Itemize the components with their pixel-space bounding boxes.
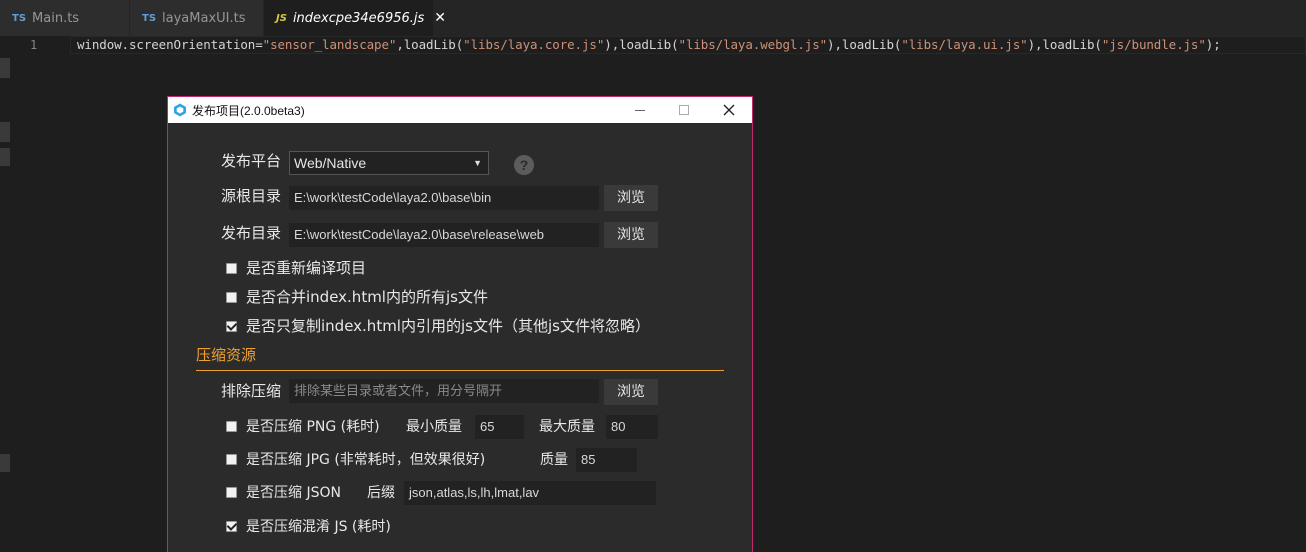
code-line[interactable]: window.screenOrientation="sensor_landsca… bbox=[77, 37, 1221, 52]
tab-label: indexcpe34e6956.js bbox=[292, 10, 425, 26]
close-icon[interactable]: ✕ bbox=[434, 10, 446, 26]
copy-referenced-js-label: 是否只复制index.html内引用的js文件（其他js文件将忽略） bbox=[246, 317, 650, 335]
gutter bbox=[0, 36, 10, 552]
help-icon[interactable]: ? bbox=[514, 155, 534, 175]
compress-js-checkbox[interactable] bbox=[226, 521, 237, 532]
copy-referenced-js-checkbox[interactable] bbox=[226, 321, 237, 332]
dropdown-arrow-icon: ▼ bbox=[473, 158, 482, 168]
close-button[interactable] bbox=[709, 97, 749, 123]
browse-exclude-button[interactable]: 浏览 bbox=[604, 379, 658, 405]
compress-png-checkbox[interactable] bbox=[226, 421, 237, 432]
recompile-label: 是否重新编译项目 bbox=[246, 259, 367, 277]
png-min-quality-label: 最小质量 bbox=[406, 419, 462, 435]
browse-source-button[interactable]: 浏览 bbox=[604, 185, 658, 211]
jpg-quality-label: 质量 bbox=[540, 452, 568, 468]
gutter-marker bbox=[0, 122, 10, 142]
compress-png-label: 是否压缩 PNG (耗时) bbox=[246, 419, 380, 435]
publish-project-dialog: 发布项目(2.0.0beta3) 发布平台 Web/Native ▼ ? 源根目… bbox=[167, 96, 753, 552]
source-dir-label: 源根目录 bbox=[221, 187, 282, 205]
tab-label: layaMaxUI.ts bbox=[162, 10, 246, 26]
tab-main-ts[interactable]: TS Main.ts bbox=[0, 0, 130, 36]
compress-section-title: 压缩资源 bbox=[196, 346, 257, 364]
platform-label: 发布平台 bbox=[221, 152, 282, 170]
dialog-title: 发布项目(2.0.0beta3) bbox=[192, 103, 305, 118]
merge-js-label: 是否合并index.html内的所有js文件 bbox=[246, 288, 488, 306]
tab-label: Main.ts bbox=[32, 10, 80, 26]
minimize-icon bbox=[635, 109, 645, 111]
maximize-button[interactable] bbox=[664, 97, 704, 123]
maximize-icon bbox=[679, 105, 689, 115]
recompile-checkbox[interactable] bbox=[226, 263, 237, 274]
png-min-quality-input[interactable]: 65 bbox=[475, 415, 524, 439]
compress-jpg-label: 是否压缩 JPG (非常耗时，但效果很好) bbox=[246, 452, 486, 468]
merge-js-checkbox[interactable] bbox=[226, 292, 237, 303]
source-dir-input[interactable]: E:\work\testCode\laya2.0\base\bin bbox=[289, 186, 599, 210]
compress-jpg-checkbox[interactable] bbox=[226, 454, 237, 465]
browse-publish-button[interactable]: 浏览 bbox=[604, 222, 658, 248]
javascript-icon: JS bbox=[276, 12, 287, 24]
editor-tab-bar: TS Main.ts TS layaMaxUI.ts JS indexcpe34… bbox=[0, 0, 1306, 36]
gutter-marker bbox=[0, 454, 10, 472]
dialog-titlebar[interactable]: 发布项目(2.0.0beta3) bbox=[168, 97, 752, 123]
laya-app-icon bbox=[174, 103, 186, 117]
close-icon bbox=[723, 104, 735, 116]
compress-js-label: 是否压缩混淆 JS (耗时) bbox=[246, 519, 391, 535]
tab-index-js[interactable]: JS indexcpe34e6956.js ✕ bbox=[264, 0, 446, 36]
compress-json-label: 是否压缩 JSON bbox=[246, 485, 341, 501]
publish-dir-label: 发布目录 bbox=[221, 224, 282, 242]
typescript-icon: TS bbox=[12, 12, 27, 24]
platform-value: Web/Native bbox=[294, 155, 367, 171]
minimize-button[interactable] bbox=[620, 97, 660, 123]
exclude-input[interactable]: 排除某些目录或者文件，用分号隔开 bbox=[289, 379, 599, 403]
platform-select[interactable]: Web/Native ▼ bbox=[289, 151, 489, 175]
section-divider bbox=[196, 370, 724, 371]
compress-json-checkbox[interactable] bbox=[226, 487, 237, 498]
typescript-icon: TS bbox=[142, 12, 157, 24]
gutter-marker bbox=[0, 148, 10, 166]
json-suffix-input[interactable]: json,atlas,ls,lh,lmat,lav bbox=[404, 481, 656, 505]
png-max-quality-label: 最大质量 bbox=[539, 419, 595, 435]
dialog-content: 发布平台 Web/Native ▼ ? 源根目录 E:\work\testCod… bbox=[168, 123, 752, 552]
line-number: 1 bbox=[30, 38, 38, 52]
tab-layamaxui-ts[interactable]: TS layaMaxUI.ts bbox=[130, 0, 264, 36]
publish-dir-input[interactable]: E:\work\testCode\laya2.0\base\release\we… bbox=[289, 223, 599, 247]
png-max-quality-input[interactable]: 80 bbox=[606, 415, 658, 439]
json-suffix-label: 后缀 bbox=[367, 485, 395, 501]
gutter-marker bbox=[0, 58, 10, 78]
jpg-quality-input[interactable]: 85 bbox=[576, 448, 637, 472]
exclude-label: 排除压缩 bbox=[221, 382, 282, 400]
